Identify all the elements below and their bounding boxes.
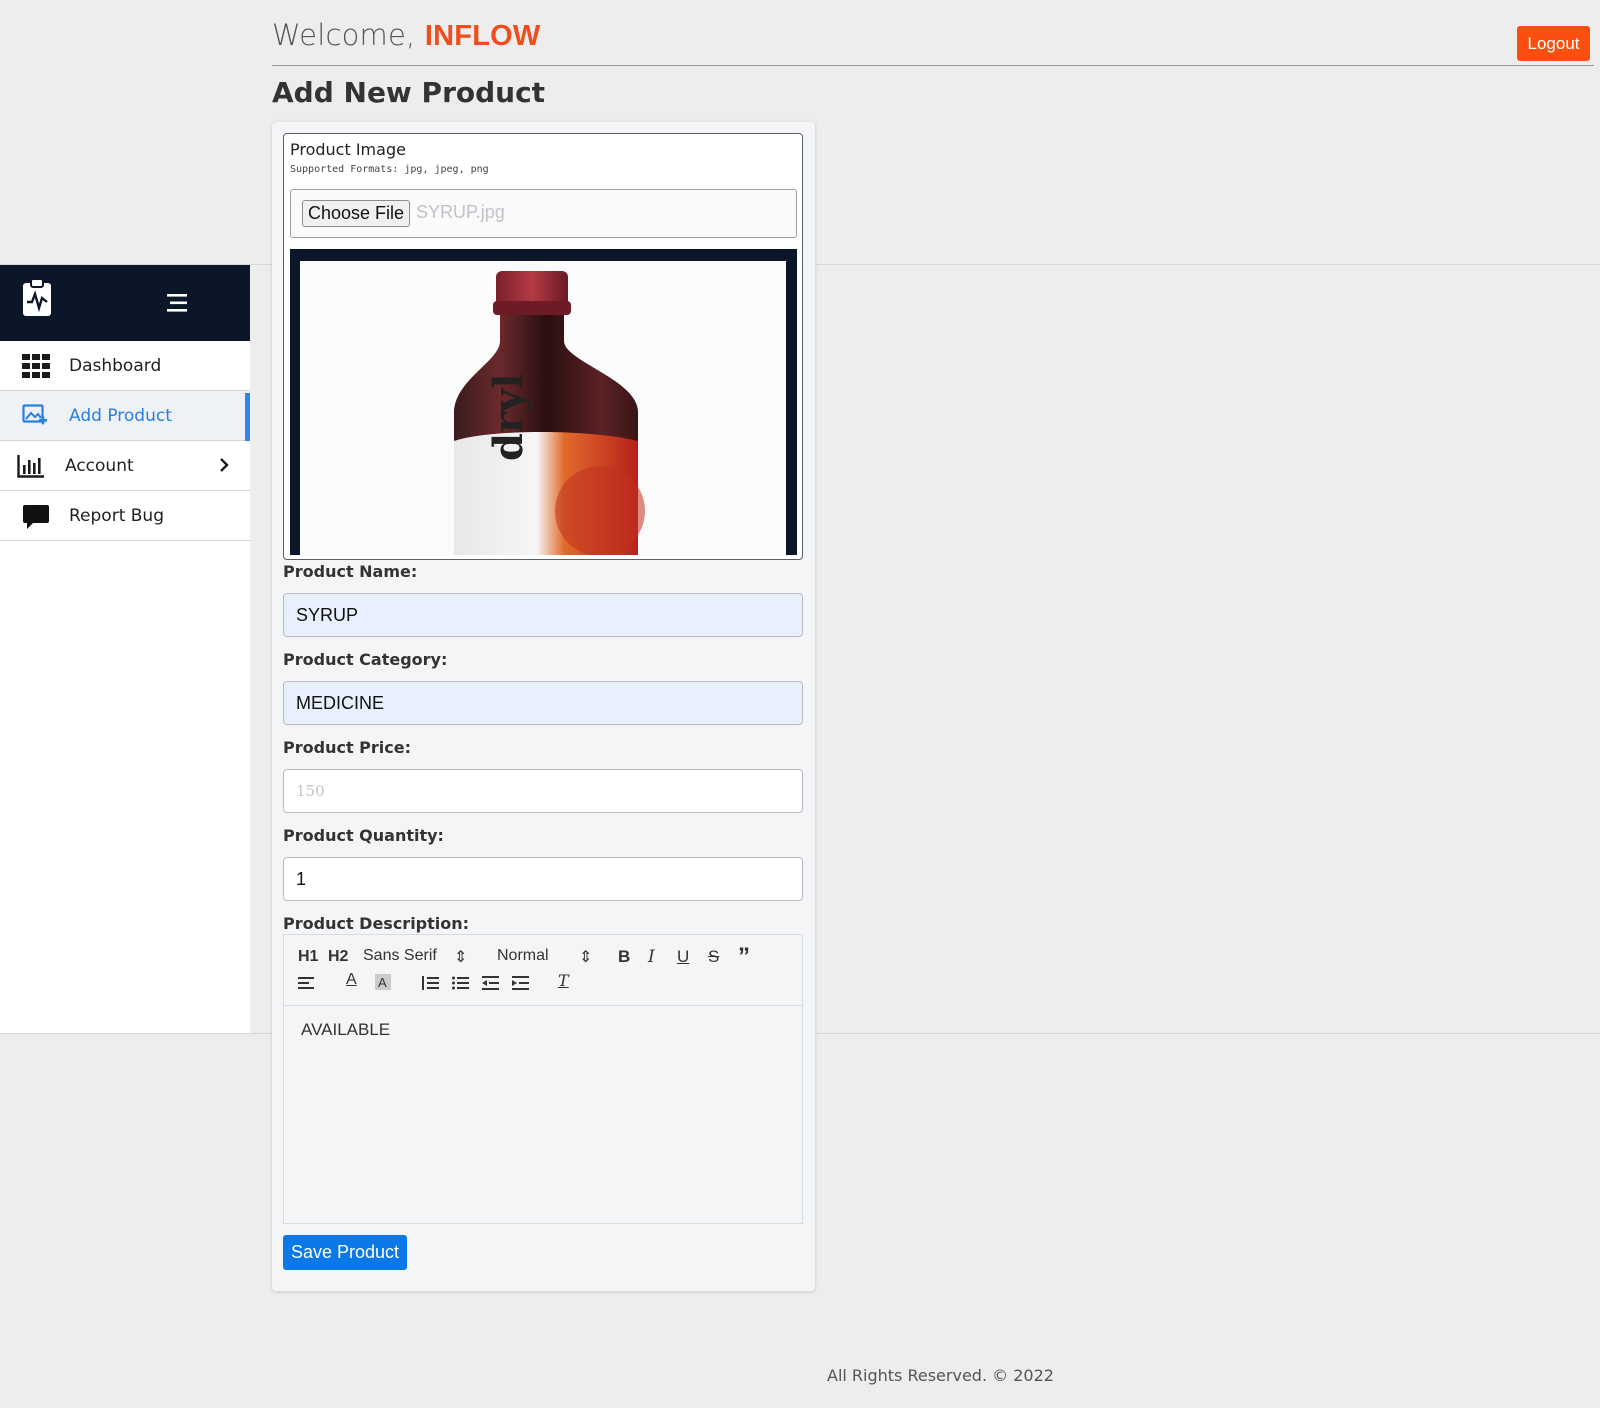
product-description-editor[interactable]: AVAILABLE (283, 1005, 803, 1224)
select-arrows-icon: ⇕ (579, 949, 593, 966)
h2-text: H2 (328, 948, 349, 965)
italic-icon[interactable]: I (648, 947, 655, 967)
outdent-icon[interactable] (482, 975, 500, 996)
product-name-label: Product Name: (283, 562, 418, 581)
sidebar-item-report-bug[interactable]: Report Bug (0, 491, 250, 541)
font-size-value: Normal (497, 947, 549, 964)
font-family-select[interactable]: Sans Serif ⇕ (363, 947, 467, 966)
sidebar-item-label: Dashboard (69, 355, 162, 376)
font-family-value: Sans Serif (363, 947, 437, 964)
add-image-icon (22, 404, 48, 428)
product-image-label: Product Image (290, 140, 406, 159)
product-price-placeholder: 150 (296, 782, 325, 800)
header-divider (272, 65, 1594, 66)
blockquote-icon[interactable]: ” (738, 943, 750, 971)
bottle-label-text: dryl (485, 373, 532, 461)
welcome-prefix: Welcome, (272, 18, 416, 52)
product-category-value: MEDICINE (296, 692, 385, 713)
choose-file-button[interactable]: Choose File (302, 200, 410, 227)
product-category-label: Product Category: (283, 650, 448, 669)
sidebar-item-add-product[interactable]: Add Product (0, 391, 250, 441)
sidebar-item-label: Add Product (69, 405, 172, 426)
chevron-right-icon (218, 457, 230, 478)
grid-icon (22, 354, 50, 378)
sidebar-item-dashboard[interactable]: Dashboard (0, 341, 250, 391)
editor-toolbar: H1 H2 Sans Serif ⇕ Normal ⇕ B I U S ” A … (283, 934, 803, 1006)
product-price-label: Product Price: (283, 738, 411, 757)
product-quantity-value: 1 (296, 868, 307, 889)
menu-toggle-icon[interactable] (167, 293, 189, 318)
product-description-label: Product Description: (283, 914, 470, 933)
clear-format-icon[interactable]: T (558, 971, 569, 990)
page-title: Add New Product (272, 76, 546, 109)
select-arrows-icon: ⇕ (454, 949, 468, 966)
indent-icon[interactable] (512, 975, 530, 996)
bullet-list-icon[interactable] (452, 975, 470, 996)
sidebar-item-label: Account (65, 455, 134, 476)
sidebar: Dashboard Add Product Account Report Bug (0, 265, 250, 1033)
product-category-input[interactable]: MEDICINE (283, 681, 803, 725)
sidebar-item-account[interactable]: Account (0, 441, 250, 491)
sidebar-header (0, 265, 250, 341)
file-input[interactable]: Choose File SYRUP.jpg (290, 189, 797, 238)
sidebar-item-label: Report Bug (69, 505, 164, 526)
bar-chart-icon (17, 454, 44, 478)
underline-icon[interactable]: U (677, 947, 689, 967)
bold-icon[interactable]: B (618, 947, 630, 967)
product-photo: dryl (300, 261, 786, 555)
supported-formats-hint: Supported Formats: jpg, jpeg, png (290, 164, 489, 175)
footer-copyright: All Rights Reserved. © 2022 (827, 1366, 1054, 1385)
product-quantity-label: Product Quantity: (283, 826, 444, 845)
strikethrough-icon[interactable]: S (708, 947, 719, 967)
product-description-value: AVAILABLE (301, 1020, 391, 1039)
selected-file-name: SYRUP.jpg (416, 202, 505, 222)
header-1-button[interactable]: H1 (298, 948, 318, 966)
chat-bubble-icon (22, 504, 49, 529)
svg-text:A: A (378, 975, 387, 990)
product-quantity-input[interactable]: 1 (283, 857, 803, 901)
background-color-icon[interactable]: A (374, 973, 392, 996)
align-icon[interactable] (298, 975, 316, 996)
save-product-button[interactable]: Save Product (283, 1235, 407, 1270)
image-preview: dryl (290, 249, 797, 555)
header-2-button[interactable]: H2 (328, 948, 348, 966)
text-color-icon[interactable]: A (346, 971, 357, 989)
welcome-heading: Welcome, INFLOW (272, 18, 540, 53)
product-name-input[interactable]: SYRUP (283, 593, 803, 637)
logout-button[interactable]: Logout (1517, 26, 1590, 61)
username: INFLOW (424, 20, 541, 52)
font-size-select[interactable]: Normal ⇕ (497, 947, 592, 966)
clipboard-pulse-logo-icon[interactable] (22, 277, 52, 322)
h1-text: H1 (298, 948, 319, 965)
product-name-value: SYRUP (296, 604, 359, 625)
product-price-input[interactable]: 150 (283, 769, 803, 813)
ordered-list-icon[interactable] (422, 975, 440, 996)
